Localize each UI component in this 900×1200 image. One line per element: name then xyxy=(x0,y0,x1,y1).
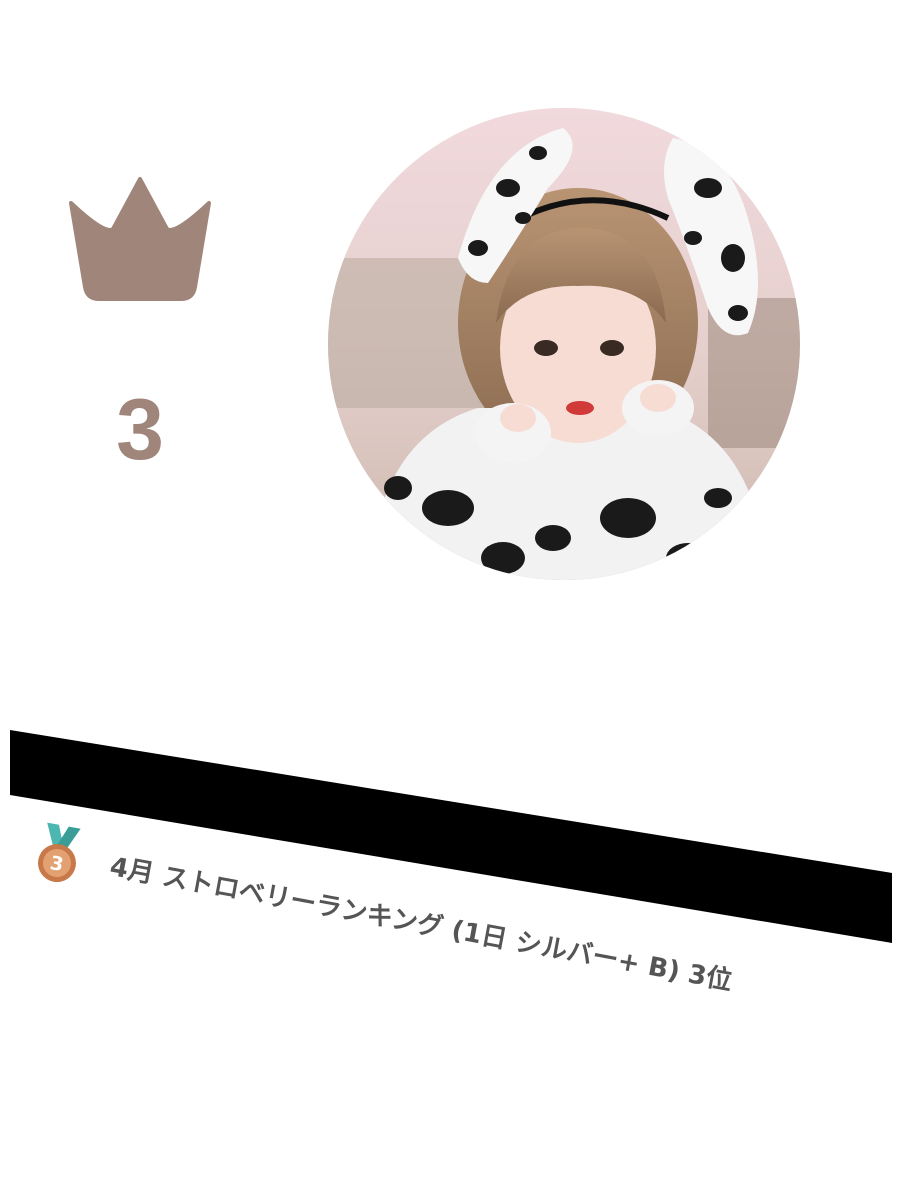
ranking-text: 4月 ストロベリーランキング (1日 シルバー+ B) 3位 xyxy=(107,851,735,997)
avatar xyxy=(328,108,800,580)
ranking-screenshot: 3 3 4月 ストロベリーランキング (1日 シルバー+ B) 3位 xyxy=(0,0,900,1200)
profile-photo xyxy=(328,108,800,580)
rank-block: 3 xyxy=(40,150,240,510)
rank-number: 3 xyxy=(116,382,164,478)
ranking-row: 3 4月 ストロベリーランキング (1日 シルバー+ B) 3位 xyxy=(31,821,900,1040)
bronze-medal-3-icon: 3 xyxy=(37,822,81,883)
crown-icon xyxy=(69,177,211,301)
